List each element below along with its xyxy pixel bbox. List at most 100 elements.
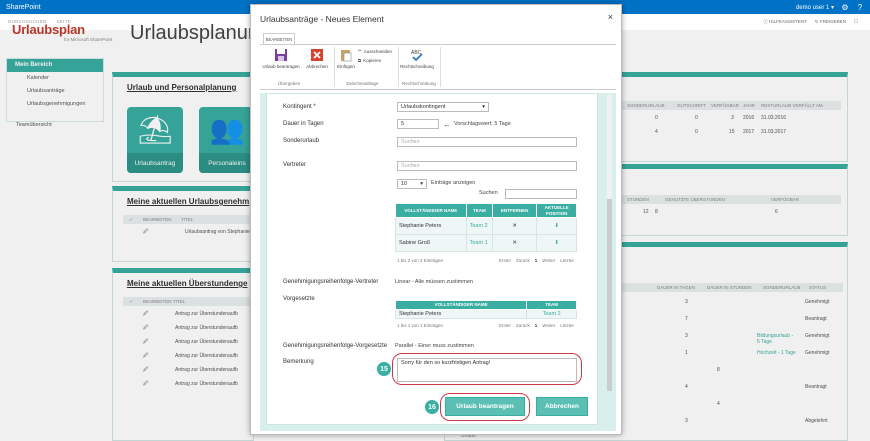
dauer-input[interactable] xyxy=(397,119,439,129)
gen-vorgesetzte-label: Genehmigungsreihenfolge-Vorgesetzte xyxy=(283,343,388,349)
form-panel: Kontingent * Urlaubskontingent ▾ Dauer i… xyxy=(266,93,598,425)
new-item-dialog: Urlaubsanträge - Neues Element × BEARBEI… xyxy=(250,4,622,435)
gen-vertreter-label: Genehmigungsreihenfolge-Vertreter xyxy=(283,279,379,285)
scissors-icon: ✂ xyxy=(358,48,362,53)
scroll-thumb[interactable] xyxy=(607,199,612,391)
user-menu[interactable]: demo user 1 ▾ xyxy=(796,4,834,11)
gen-vorgesetzte-value: Parallel - Einer muss zustimmen xyxy=(395,343,474,349)
vertreter-input[interactable] xyxy=(397,161,577,171)
highlight-ring xyxy=(392,353,582,385)
pager-first[interactable]: Erster xyxy=(499,323,511,328)
table-cell: Team 2 xyxy=(526,308,577,319)
cancel-button[interactable]: Abbrechen xyxy=(536,397,588,416)
vorgesetzte-label: Vorgesetzte xyxy=(283,296,315,302)
pager-last[interactable]: Letzter xyxy=(560,323,574,328)
ribbon-separator xyxy=(398,47,399,87)
table-cell: Team 2 xyxy=(465,217,494,235)
paste-icon xyxy=(341,50,352,62)
dauer-label: Dauer in Tagen xyxy=(283,121,324,127)
pager-page[interactable]: 1 xyxy=(535,323,538,328)
pager-prev[interactable]: Zurück xyxy=(516,258,530,263)
form-background: Kontingent * Urlaubskontingent ▾ Dauer i… xyxy=(260,93,616,431)
table-search-label: Suchen xyxy=(479,190,498,196)
help-icon[interactable]: ? xyxy=(856,3,864,12)
table-search-input[interactable] xyxy=(505,189,577,199)
remove-icon[interactable]: ✕ xyxy=(492,217,538,235)
vertreter-table: VOLLSTÄNDIGER NAME TEAM ENTFERNEN AKTUEL… xyxy=(395,203,577,252)
pager-last[interactable]: Letzter xyxy=(560,258,574,263)
vorschlag-text: Vorschlagswert: 5 Tage xyxy=(454,121,511,127)
dialog-title: Urlaubsanträge - Neues Element xyxy=(260,14,384,24)
focus-icon[interactable]: ☐ xyxy=(854,19,858,25)
cut-label: Ausschneiden xyxy=(363,48,393,54)
group-label: Zwischenablage xyxy=(346,81,379,86)
column-header[interactable]: TEAM xyxy=(465,203,494,218)
chevron-down-icon: ▾ xyxy=(420,181,423,187)
share-link[interactable]: ↻ FREIGEBEN xyxy=(815,19,846,25)
group-label: Rechtschreibung xyxy=(402,81,436,86)
move-up-icon[interactable]: ⬆ xyxy=(536,234,577,252)
ribbon-separator xyxy=(334,47,335,87)
pager-next[interactable]: Weiter xyxy=(542,258,555,263)
ribbon-separator xyxy=(440,47,441,87)
dialog-ribbon: Urlaub beantragen Abbrechen Übergeben Ei… xyxy=(260,44,616,90)
pager-info: 1 bis 1 von 1 Einträgen xyxy=(397,323,444,328)
kontingent-value: Urlaubskontingent xyxy=(401,104,446,110)
chevron-down-icon: ▾ xyxy=(482,104,485,110)
save-label: Urlaub beantragen xyxy=(262,64,300,69)
save-button[interactable]: Urlaub beantragen xyxy=(262,48,300,69)
column-header[interactable]: VOLLSTÄNDIGER NAME xyxy=(394,300,528,310)
sharepoint-brand[interactable]: SharePoint xyxy=(6,4,41,11)
pager-next[interactable]: Weiter xyxy=(542,323,555,328)
arrow-left-icon: ← xyxy=(443,120,451,129)
cancel-label: Abbrechen xyxy=(306,64,328,69)
move-down-icon[interactable]: ⬇ xyxy=(536,217,577,235)
column-header[interactable]: VOLLSTÄNDIGER NAME xyxy=(395,203,467,218)
submit-button[interactable]: Urlaub beantragen xyxy=(445,397,525,416)
bemerkung-label: Bemerkung xyxy=(283,359,314,365)
spelling-button[interactable]: ABC Rechtschreibung xyxy=(400,48,434,69)
table-row: Stephanie Peters Team 2 ✕ ⬇ xyxy=(395,217,577,235)
remove-icon[interactable]: ✕ xyxy=(492,234,538,252)
table-cell: Team 1 xyxy=(465,234,494,252)
table-cell: Sabine Groß xyxy=(395,234,467,252)
help-assistant-link[interactable]: ⓘ HILFEASSISTENT xyxy=(763,19,807,25)
entries-select[interactable]: 10 ▾ xyxy=(397,179,427,189)
entries-label: Einträge anzeigen xyxy=(431,180,476,186)
spelling-label: Rechtschreibung xyxy=(400,64,434,69)
column-header[interactable]: ENTFERNEN xyxy=(492,203,538,218)
pagination: Erster Zurück 1 Weiter Letzter xyxy=(499,258,574,263)
paste-button[interactable]: Einfügen xyxy=(336,48,356,69)
gen-vertreter-value: Linear - Alle müssen zustimmen xyxy=(395,279,473,285)
step-badge: 15 xyxy=(376,361,392,377)
step-badge: 16 xyxy=(424,399,440,415)
settings-icon[interactable]: ⚙ xyxy=(841,3,849,12)
table-cell: Stephanie Peters xyxy=(395,217,467,235)
cancel-icon xyxy=(311,49,323,61)
table-row: Stephanie Peters Team 2 xyxy=(394,308,577,319)
pager-prev[interactable]: Zurück xyxy=(516,323,530,328)
group-label: Übergeben xyxy=(278,81,301,86)
copy-label: Kopieren xyxy=(363,58,382,63)
cut-button[interactable]: ✂ Ausschneiden xyxy=(358,48,392,54)
column-header[interactable]: AKTUELLE POSITION xyxy=(536,203,577,218)
spellcheck-icon: ABC xyxy=(411,50,423,62)
sonderurlaub-input[interactable] xyxy=(397,137,577,147)
cancel-ribbon-button[interactable]: Abbrechen xyxy=(304,48,330,69)
paste-label: Einfügen xyxy=(337,64,355,69)
pagination: Erster Zurück 1 Weiter Letzter xyxy=(499,323,574,328)
copy-icon: ⧉ xyxy=(358,58,362,63)
save-icon xyxy=(275,49,287,61)
vorgesetzte-table: VOLLSTÄNDIGER NAME TEAM Stephanie Peters… xyxy=(394,300,577,319)
column-header[interactable]: TEAM xyxy=(526,300,577,310)
pager-info: 1 bis 2 von 2 Einträgen xyxy=(397,258,444,263)
pager-page[interactable]: 1 xyxy=(535,258,538,263)
entries-value: 10 xyxy=(401,181,408,187)
pager-first[interactable]: Erster xyxy=(499,258,511,263)
form-scrollbar[interactable] xyxy=(607,95,612,391)
close-icon[interactable]: × xyxy=(608,12,613,22)
copy-button[interactable]: ⧉ Kopieren xyxy=(358,58,381,63)
table-cell: Stephanie Peters xyxy=(394,308,528,319)
kontingent-select[interactable]: Urlaubskontingent ▾ xyxy=(397,102,489,112)
sonderurlaub-label: Sonderurlaub xyxy=(283,138,320,144)
